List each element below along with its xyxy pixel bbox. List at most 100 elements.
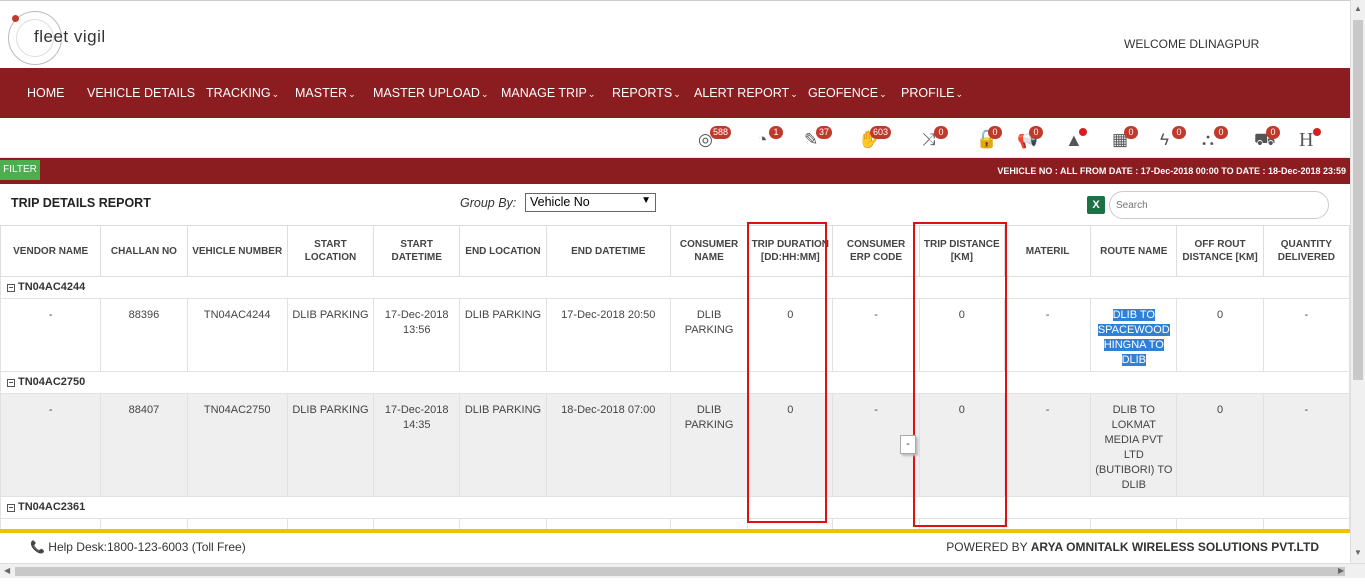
table-cell: 0 bbox=[1176, 393, 1264, 497]
filter-summary: VEHICLE NO : ALL FROM DATE : 17-Dec-2018… bbox=[997, 166, 1346, 176]
report-title: TRIP DETAILS REPORT bbox=[11, 196, 151, 210]
column-header[interactable]: END LOCATION bbox=[459, 225, 547, 277]
chevron-down-icon: ⌄ bbox=[348, 89, 356, 99]
collapse-toggle-icon[interactable]: − bbox=[7, 379, 15, 387]
alert-calendar-button[interactable]: ▦ 0 bbox=[1112, 126, 1144, 152]
table-cell: DLIB PARKING bbox=[669, 298, 749, 372]
column-header[interactable]: START DATETIME bbox=[373, 225, 461, 277]
group-by-value: Vehicle No bbox=[530, 195, 590, 209]
column-header[interactable]: CONSUMER NAME bbox=[669, 225, 749, 277]
column-header[interactable]: ROUTE NAME bbox=[1090, 225, 1178, 277]
table-cell: DLIB TO SPACEWOOD HINGNA TO DLIB bbox=[1090, 298, 1178, 372]
alert-count-badge: 588 bbox=[710, 126, 732, 139]
table-cell: DLIB TO LOKMAT MEDIA PVT LTD (BUTIBORI) … bbox=[1090, 393, 1178, 497]
column-header[interactable]: VENDOR NAME bbox=[0, 225, 102, 277]
alert-target-button[interactable]: ◎ 588 bbox=[698, 126, 732, 152]
alert-unlock-button[interactable]: 🔓 0 bbox=[976, 126, 1008, 152]
table-cell: DLIB PARKING bbox=[459, 393, 547, 497]
nav-tracking[interactable]: TRACKING⌄ bbox=[206, 86, 279, 100]
filter-button[interactable]: FILTER bbox=[0, 160, 40, 180]
chevron-down-icon: ⌄ bbox=[673, 89, 681, 99]
group-cell[interactable]: − TN04AC2750 bbox=[0, 371, 1350, 394]
alert-shuffle-button[interactable]: ⤨ 0 bbox=[922, 126, 954, 152]
search-input[interactable] bbox=[1109, 191, 1329, 219]
alert-h-button[interactable]: H bbox=[1299, 126, 1331, 152]
excel-export-icon[interactable]: X bbox=[1087, 196, 1105, 214]
column-header[interactable]: QUANTITY DELIVERED bbox=[1262, 225, 1350, 277]
horizontal-scroll-thumb[interactable] bbox=[15, 567, 1345, 576]
table-cell: TN04AC4244 bbox=[186, 298, 288, 372]
column-header[interactable]: OFF ROUT DISTANCE [KM] bbox=[1176, 225, 1264, 277]
fleet-vigil-logo[interactable]: fleet vigil bbox=[6, 9, 146, 67]
nav-master-upload[interactable]: MASTER UPLOAD⌄ bbox=[373, 86, 489, 100]
table-cell: 18-Dec-2018 07:00 bbox=[545, 393, 671, 497]
nav-profile[interactable]: PROFILE⌄ bbox=[901, 86, 963, 100]
group-cell[interactable]: − TN04AC4244 bbox=[0, 276, 1350, 299]
group-row[interactable]: − TN04AC2750 bbox=[0, 371, 1350, 394]
selected-route-text: DLIB TO SPACEWOOD HINGNA TO DLIB bbox=[1097, 309, 1170, 366]
group-name: TN04AC2361 bbox=[18, 501, 86, 513]
table-row[interactable]: -88407 TN04AC2750 DLIB PARKING 17-Dec-2018 … bbox=[0, 393, 1350, 497]
alert-road-button[interactable]: ⛬ 0 bbox=[1202, 126, 1234, 152]
filter-bar: FILTER VEHICLE NO : ALL FROM DATE : 17-D… bbox=[0, 158, 1350, 184]
table-cell: - bbox=[1262, 298, 1350, 372]
nav-reports[interactable]: REPORTS⌄ bbox=[612, 86, 681, 100]
group-by-select[interactable]: Vehicle No ▼ bbox=[525, 193, 656, 212]
table-row[interactable]: -88396 TN04AC4244 DLIB PARKING 17-Dec-2018 … bbox=[0, 298, 1350, 372]
group-name: TN04AC2750 bbox=[18, 376, 86, 388]
table-cell: - bbox=[0, 298, 102, 372]
logo-text: fleet vigil bbox=[34, 27, 106, 46]
nav-vehicle-details[interactable]: VEHICLE DETAILS bbox=[87, 86, 195, 100]
group-row[interactable]: − TN04AC2361 bbox=[0, 496, 1350, 519]
nav-geofence[interactable]: GEOFENCE⌄ bbox=[808, 86, 887, 100]
column-header[interactable]: CONSUMER ERP CODE bbox=[832, 225, 920, 277]
nav-alert-report[interactable]: ALERT REPORT⌄ bbox=[694, 86, 798, 100]
horizontal-scrollbar[interactable]: ◀ ▶ bbox=[0, 563, 1365, 578]
nav-master[interactable]: MASTER⌄ bbox=[295, 86, 356, 100]
column-header[interactable]: MATERIL bbox=[1003, 225, 1092, 277]
nav-vehicle-details-label: VEHICLE DETAILS bbox=[87, 86, 196, 100]
nav-manage-trip[interactable]: MANAGE TRIP⌄ bbox=[501, 86, 595, 100]
alert-lightning-button[interactable]: ϟ0 bbox=[1160, 126, 1192, 152]
column-header[interactable]: START LOCATION bbox=[286, 225, 375, 277]
scroll-right-arrow-icon[interactable]: ▶ bbox=[1338, 566, 1344, 575]
nav-profile-label: PROFILE bbox=[901, 86, 955, 100]
trip-details-table: VENDOR NAME CHALLAN NO VEHICLE NUMBER START… bbox=[0, 225, 1350, 530]
helpdesk-text: 📞 Help Desk:1800-123-6003 (Toll Free) bbox=[30, 540, 246, 554]
powered-by-text: POWERED BY ARYA OMNITALK WIRELESS SOLUTI… bbox=[946, 540, 1319, 554]
scroll-up-arrow-icon[interactable]: ▲ bbox=[1354, 4, 1362, 13]
group-row[interactable]: − TN04AC4244 bbox=[0, 276, 1350, 299]
collapse-toggle-icon[interactable]: − bbox=[7, 504, 15, 512]
alert-count-badge: 0 bbox=[1029, 126, 1043, 139]
table-cell: DLIB PARKING bbox=[459, 298, 547, 372]
table-cell: - bbox=[832, 298, 920, 372]
column-header[interactable]: END DATETIME bbox=[545, 225, 671, 277]
chevron-down-icon: ⌄ bbox=[480, 89, 489, 99]
collapse-tooltip[interactable]: - bbox=[900, 435, 916, 454]
vertical-scrollbar[interactable]: ▲ ▼ bbox=[1350, 0, 1365, 563]
alert-plug-button[interactable]: ✎ 37 bbox=[804, 126, 836, 152]
alert-count-badge: 37 bbox=[816, 126, 833, 139]
collapse-toggle-icon[interactable]: − bbox=[7, 284, 15, 292]
table-cell: 17-Dec-2018 13:56 bbox=[373, 298, 461, 372]
scroll-down-arrow-icon[interactable]: ▼ bbox=[1354, 548, 1362, 557]
scroll-left-arrow-icon[interactable]: ◀ bbox=[4, 566, 10, 575]
table-cell: - bbox=[1003, 393, 1092, 497]
alert-speedometer-button[interactable]: ◔ 1 bbox=[757, 126, 789, 152]
group-cell[interactable]: − TN04AC2361 bbox=[0, 496, 1350, 519]
vertical-scroll-thumb[interactable] bbox=[1353, 20, 1363, 380]
top-header: fleet vigil WELCOME DLINAGPUR bbox=[0, 0, 1365, 68]
table-cell: 17-Dec-2018 20:50 bbox=[545, 298, 671, 372]
powered-prefix: POWERED BY bbox=[946, 540, 1028, 554]
alert-hand-button[interactable]: ✋ 603 bbox=[858, 126, 892, 152]
road-icon: ⛬ bbox=[1202, 130, 1214, 149]
column-header[interactable]: VEHICLE NUMBER bbox=[186, 225, 288, 277]
alert-megaphone-button[interactable]: 📢 0 bbox=[1017, 126, 1049, 152]
lightning-icon: ϟ bbox=[1160, 130, 1169, 149]
column-header[interactable]: CHALLAN NO bbox=[100, 225, 188, 277]
alert-dot bbox=[1079, 128, 1087, 136]
alert-warning-button[interactable]: ▲ bbox=[1065, 126, 1097, 152]
nav-home[interactable]: HOME bbox=[27, 86, 65, 100]
table-cell: - bbox=[0, 393, 102, 497]
alert-truck-button[interactable]: ⛟ 0 bbox=[1254, 126, 1286, 152]
